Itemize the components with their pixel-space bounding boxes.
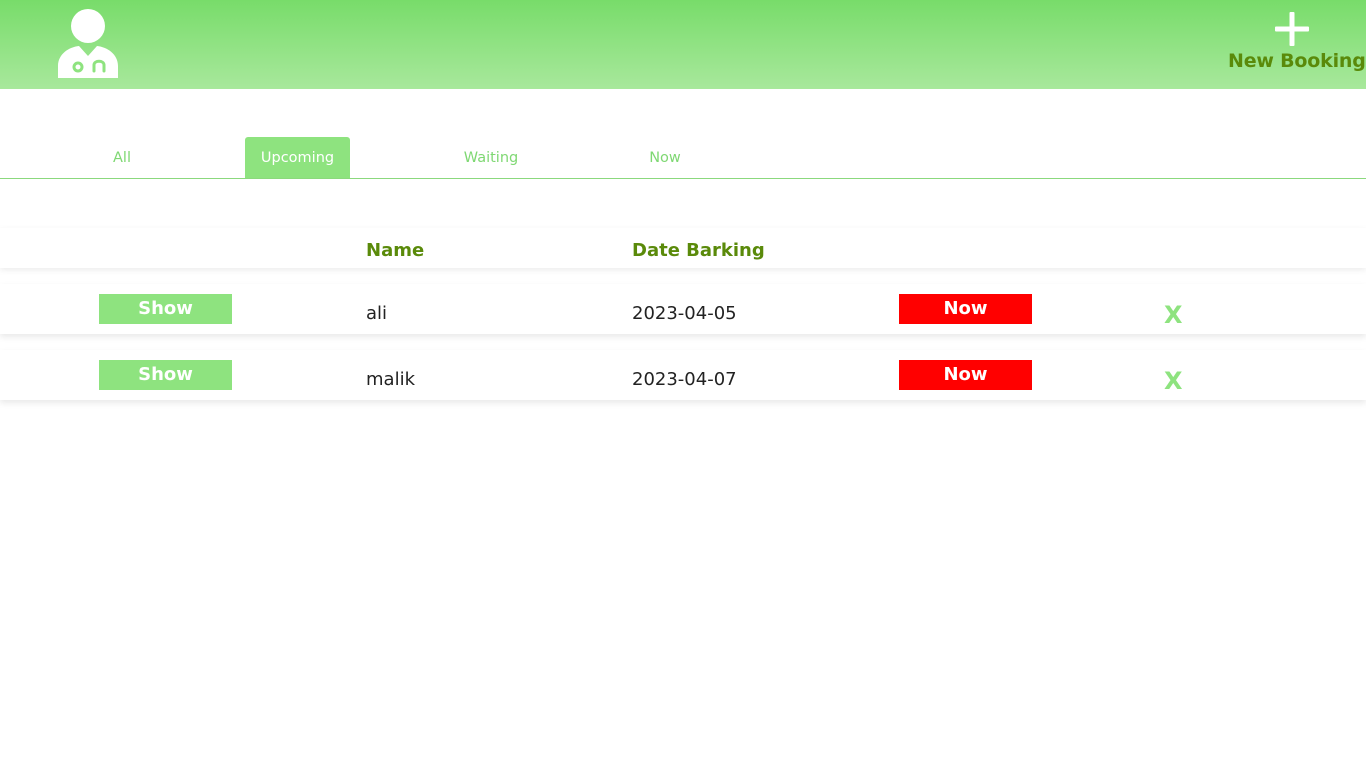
now-button[interactable]: Now	[899, 360, 1032, 390]
show-button[interactable]: Show	[99, 360, 232, 390]
app-header: New Booking	[0, 0, 1366, 89]
table-row: Show malik 2023-04-07 Now X	[0, 350, 1366, 400]
tab-upcoming[interactable]: Upcoming	[245, 137, 350, 178]
column-header-date: Date Barking	[632, 240, 765, 261]
patient-name: ali	[366, 303, 388, 324]
plus-icon	[1275, 12, 1309, 46]
delete-button[interactable]: X	[1164, 366, 1183, 396]
booking-date: 2023-04-07	[632, 369, 737, 390]
table-header: Name Date Barking	[0, 228, 1366, 268]
delete-button[interactable]: X	[1164, 300, 1183, 330]
doctor-icon	[58, 9, 118, 78]
column-header-name: Name	[366, 240, 425, 261]
booking-date: 2023-04-05	[632, 303, 737, 324]
tab-all[interactable]: All	[92, 137, 152, 178]
table-row: Show ali 2023-04-05 Now X	[0, 284, 1366, 334]
new-booking-label: New Booking	[1228, 50, 1366, 72]
patient-name: malik	[366, 369, 415, 390]
tab-waiting[interactable]: Waiting	[451, 137, 531, 178]
tab-bar: All Upcoming Waiting Now	[0, 137, 1366, 179]
show-button[interactable]: Show	[99, 294, 232, 324]
now-button[interactable]: Now	[899, 294, 1032, 324]
new-booking-button[interactable]: New Booking	[1228, 8, 1366, 78]
tab-now[interactable]: Now	[635, 137, 695, 178]
